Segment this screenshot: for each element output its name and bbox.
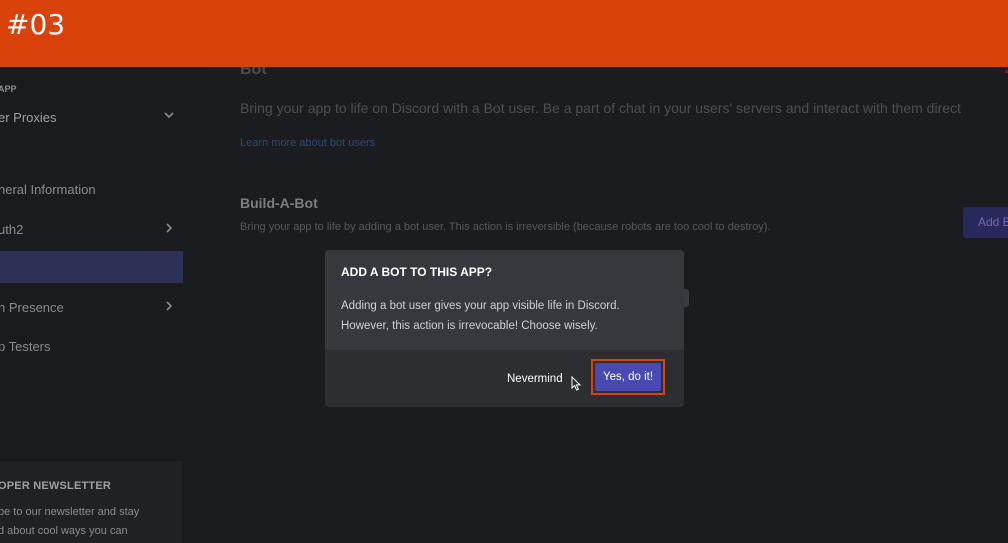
newsletter-text-line2: d about cool ways you can xyxy=(0,525,128,537)
add-bot-dialog: ADD A BOT TO THIS APP? Adding a bot user… xyxy=(325,250,684,407)
add-bot-button[interactable]: Add B xyxy=(963,207,1008,238)
sidebar-item-bot[interactable] xyxy=(0,251,183,283)
step-number: #03 xyxy=(6,8,66,41)
sidebar-app-label: APP xyxy=(0,84,17,94)
newsletter-title: OPER NEWSLETTER xyxy=(0,480,112,492)
mouse-cursor-icon xyxy=(571,375,582,396)
build-a-bot-description: Bring your app to life by adding a bot u… xyxy=(240,221,771,233)
chevron-down-icon[interactable] xyxy=(163,109,175,124)
yes-do-it-button[interactable]: Yes, do it! xyxy=(595,363,661,391)
sidebar-item-rich-presence[interactable]: h Presence xyxy=(0,300,64,315)
app-selector[interactable]: er Proxies xyxy=(0,110,57,125)
build-a-bot-title: Build-A-Bot xyxy=(240,195,318,211)
chevron-right-icon xyxy=(163,300,175,315)
newsletter-text-line1: be to our newsletter and stay xyxy=(0,506,140,518)
dialog-body-line1: Adding a bot user gives your app visible… xyxy=(341,300,620,312)
sidebar: APP er Proxies neral Information uth2 h … xyxy=(0,67,210,543)
newsletter-panel: OPER NEWSLETTER be to our newsletter and… xyxy=(0,461,182,543)
learn-more-link[interactable]: Learn more about bot users xyxy=(240,137,375,149)
sidebar-item-app-testers[interactable]: p Testers xyxy=(0,339,51,354)
chevron-right-icon xyxy=(163,222,175,237)
dialog-title: ADD A BOT TO THIS APP? xyxy=(341,265,493,279)
sidebar-item-oauth2[interactable]: uth2 xyxy=(0,222,23,237)
page-description: Bring your app to life on Discord with a… xyxy=(240,100,961,116)
background-toggle xyxy=(684,289,689,307)
step-banner: #03 xyxy=(0,0,1008,67)
dialog-footer: Nevermind Yes, do it! xyxy=(325,350,684,407)
sidebar-item-general-information[interactable]: neral Information xyxy=(0,182,96,197)
dialog-body-line2: However, this action is irrevocable! Cho… xyxy=(341,320,598,332)
nevermind-button[interactable]: Nevermind xyxy=(507,373,563,385)
confirm-highlight: Yes, do it! xyxy=(591,359,665,395)
